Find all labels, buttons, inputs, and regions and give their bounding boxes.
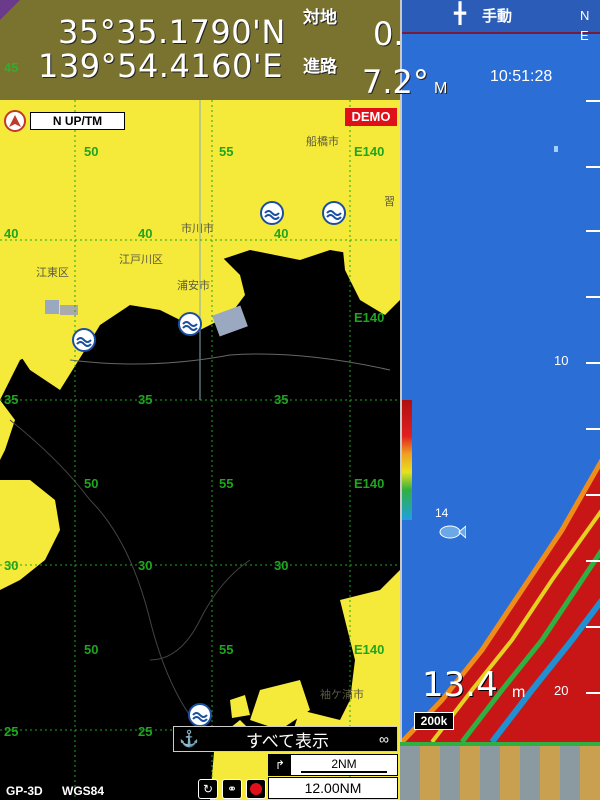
range-value[interactable]: 12.00NM (268, 777, 398, 799)
buoy-icon[interactable] (72, 328, 96, 352)
depth-tick-label: 10 (554, 353, 569, 368)
depth-value: 13.4 (422, 665, 498, 705)
frequency-badge[interactable]: 200k (414, 712, 454, 730)
grid-label: 30 (138, 558, 153, 573)
grid-label: E140 (354, 144, 385, 159)
grid-label: 50 (84, 144, 99, 159)
place-label: 船橋市 (306, 136, 339, 148)
grid-label: 25 (138, 724, 153, 739)
fish-depth: 14 (435, 506, 449, 520)
grid-label: 40 (274, 226, 289, 241)
demo-badge: DEMO (345, 108, 397, 126)
grid-label: 35 (274, 392, 289, 407)
track-icon[interactable]: ⚭ (222, 779, 242, 799)
device-model: GP-3D (6, 784, 43, 798)
course-unit: M (434, 80, 448, 97)
grid-label: 30 (4, 558, 19, 573)
sonar-echo (402, 146, 600, 742)
buoy-icon[interactable] (322, 201, 346, 225)
grid-label: 35 (4, 392, 19, 407)
course-value: 7.2° (362, 63, 429, 101)
record-icon[interactable] (246, 779, 266, 799)
place-label: 袖ケ浦市 (320, 689, 364, 701)
speed-label: 対地 (303, 8, 337, 27)
depth-tick-label: 20 (554, 683, 569, 698)
latitude-readout: 35°35.1790'N (58, 13, 286, 51)
anchor-icon: ⚓ (179, 731, 199, 748)
place-label: 江戸川区 (119, 254, 163, 266)
sonar-panel[interactable]: ╋ 手動 N E 10:51:28 10 20 14 13.4 m 200k (400, 0, 600, 742)
grid-label: 30 (274, 558, 289, 573)
show-all-button[interactable]: ⚓ すべて表示 ∞ (173, 726, 398, 752)
grid-label: 50 (84, 642, 99, 657)
chart-map[interactable]: N UP/TM DEMO 50 55 E140 40 40 40 E140 35… (0, 100, 400, 800)
place-label: 習 (384, 196, 395, 208)
place-label: 市川市 (181, 223, 214, 235)
link-icon: ∞ (379, 731, 389, 747)
datum-label: WGS84 (62, 784, 105, 798)
grid-label: 40 (138, 226, 153, 241)
buoy-icon[interactable] (188, 703, 212, 727)
route-icon: ↱ (269, 755, 291, 775)
longitude-readout: 139°54.4160'E (38, 47, 283, 85)
corner-flag-icon (0, 0, 20, 20)
grid-label-corner: 45 (4, 60, 19, 75)
scale-bar: ↱ 2NM (268, 754, 398, 776)
grid-label: 25 (4, 724, 19, 739)
grid-label: 55 (219, 144, 234, 159)
orientation-mode[interactable]: N UP/TM (30, 112, 125, 130)
grid-label: 40 (4, 226, 19, 241)
depth-unit: m (512, 684, 526, 701)
show-all-label: すべて表示 (245, 731, 330, 751)
north-arrow-icon[interactable] (4, 110, 26, 132)
position-header: 45 35°35.1790'N 139°54.4160'E 対地 0.0 進路 (0, 0, 400, 100)
grid-label: E140 (354, 476, 385, 491)
grid-label: 35 (138, 392, 153, 407)
grid-label: 50 (84, 476, 99, 491)
grid-label: E140 (354, 642, 385, 657)
grid-label: 55 (219, 642, 234, 657)
course-label: 進路 (303, 57, 337, 76)
place-label: 浦安市 (177, 280, 210, 292)
grid-label: 55 (219, 476, 234, 491)
place-label: 江東区 (36, 267, 69, 279)
rotate-icon[interactable]: ↻ (198, 779, 218, 799)
fish-icon (439, 525, 466, 539)
buoy-icon[interactable] (260, 201, 284, 225)
buoy-icon[interactable] (178, 312, 202, 336)
grid-label: E140 (354, 310, 385, 325)
scale-label: 2NM (301, 757, 387, 773)
speed-value: 0.0 (373, 15, 400, 53)
seabed-strip (400, 742, 600, 800)
